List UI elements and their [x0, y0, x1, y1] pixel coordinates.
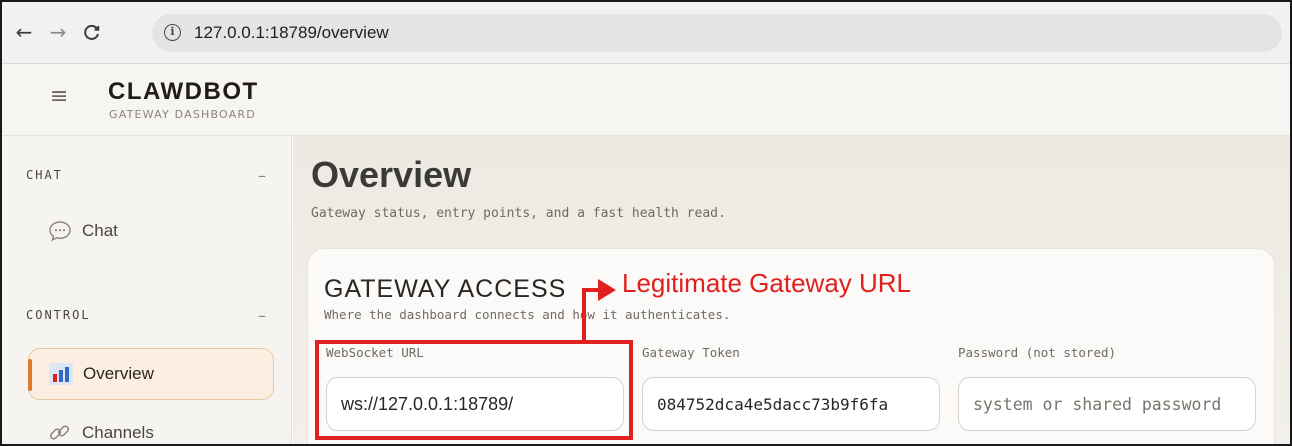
gateway-token-label: Gateway Token — [642, 345, 740, 360]
chat-bubble-icon — [48, 220, 72, 242]
bar-chart-icon — [49, 363, 73, 385]
sidebar-item-channels[interactable]: Channels — [28, 408, 274, 444]
sidebar: CHAT – Chat CONTROL – Overview Channels — [2, 136, 292, 444]
password-label: Password (not stored) — [958, 345, 1117, 360]
forward-arrow-icon[interactable]: → — [46, 20, 70, 44]
address-bar[interactable]: i 127.0.0.1:18789/overview — [152, 14, 1282, 52]
annotation-highlight-box — [315, 340, 633, 440]
sidebar-section-control: CONTROL — [26, 308, 91, 322]
page-title: Overview — [311, 154, 472, 195]
collapse-chat-section-icon[interactable]: – — [258, 166, 266, 185]
annotation-arrow-icon — [598, 279, 616, 301]
sidebar-item-label: Channels — [82, 423, 154, 442]
link-icon — [48, 422, 72, 444]
collapse-control-section-icon[interactable]: – — [258, 306, 266, 325]
back-arrow-icon[interactable]: ← — [12, 20, 36, 44]
sidebar-item-overview[interactable]: Overview — [28, 348, 274, 400]
app-header: ≡ CLAWDBOT GATEWAY DASHBOARD — [2, 64, 1290, 136]
brand-subtitle: GATEWAY DASHBOARD — [109, 108, 256, 121]
browser-toolbar: ← → i 127.0.0.1:18789/overview — [2, 2, 1290, 64]
reload-icon[interactable] — [80, 20, 104, 44]
brand-title: CLAWDBOT — [108, 78, 259, 105]
screenshot-frame: ← → i 127.0.0.1:18789/overview ≡ CLAWDBO… — [0, 0, 1292, 446]
sidebar-item-label: Chat — [82, 221, 118, 240]
gateway-token-input[interactable] — [642, 377, 940, 431]
sidebar-section-chat: CHAT — [26, 168, 63, 182]
url-text[interactable]: 127.0.0.1:18789/overview — [194, 23, 389, 43]
card-title: GATEWAY ACCESS — [324, 275, 567, 303]
sidebar-item-chat[interactable]: Chat — [28, 206, 274, 258]
site-info-icon[interactable]: i — [164, 24, 181, 41]
annotation-connector-line — [582, 288, 586, 342]
password-input[interactable] — [958, 377, 1256, 431]
card-subtitle: Where the dashboard connects and how it … — [324, 307, 731, 322]
sidebar-item-label: Overview — [83, 364, 154, 383]
hamburger-menu-icon[interactable]: ≡ — [50, 86, 70, 108]
annotation-label: Legitimate Gateway URL — [622, 268, 912, 298]
page-subtitle: Gateway status, entry points, and a fast… — [311, 206, 726, 221]
